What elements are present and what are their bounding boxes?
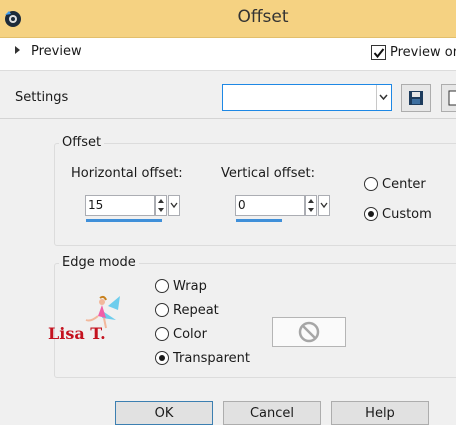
ok-button[interactable]: OK — [115, 401, 213, 425]
expand-arrow-icon[interactable] — [15, 46, 20, 54]
transparent-radio[interactable] — [155, 351, 169, 365]
vertical-offset-slider[interactable] — [236, 219, 282, 222]
repeat-radio-label[interactable]: Repeat — [173, 303, 219, 318]
custom-radio-label[interactable]: Custom — [382, 207, 432, 222]
transparent-radio-label[interactable]: Transparent — [173, 351, 250, 366]
watermark-logo: Lisa T. — [46, 292, 126, 348]
edge-color-swatch[interactable] — [272, 317, 346, 347]
divider — [0, 118, 456, 119]
delete-icon — [448, 90, 456, 106]
checkmark-icon — [373, 48, 385, 59]
preview-on-checkbox[interactable] — [371, 45, 386, 60]
horizontal-offset-input[interactable]: 15 — [85, 195, 155, 216]
spin-down-icon[interactable] — [158, 208, 164, 212]
color-radio[interactable] — [155, 327, 169, 341]
spin-up-icon[interactable] — [308, 199, 314, 203]
watermark-text: Lisa T. — [48, 324, 106, 343]
wrap-radio[interactable] — [155, 279, 169, 293]
custom-radio[interactable] — [364, 207, 378, 221]
horizontal-offset-label: Horizontal offset: — [71, 166, 183, 181]
save-disk-icon — [409, 91, 423, 105]
settings-dropdown[interactable] — [222, 84, 392, 111]
center-radio-label[interactable]: Center — [382, 177, 426, 192]
spin-up-icon[interactable] — [158, 199, 164, 203]
color-radio-label[interactable]: Color — [173, 327, 207, 342]
settings-label: Settings — [15, 90, 69, 105]
offset-group-title: Offset — [59, 135, 105, 150]
edge-mode-group-title: Edge mode — [59, 255, 139, 270]
vertical-offset-stepper[interactable] — [305, 195, 317, 216]
preview-toggle-label[interactable]: Preview — [31, 44, 82, 59]
chevron-down-icon — [320, 202, 328, 209]
save-preset-button[interactable] — [401, 84, 431, 112]
vertical-offset-dropdown[interactable] — [318, 195, 330, 216]
chevron-down-icon — [379, 94, 388, 101]
window-title: Offset — [237, 7, 289, 27]
center-radio[interactable] — [364, 177, 378, 191]
settings-dropdown-arrow[interactable] — [376, 85, 391, 110]
horizontal-offset-dropdown[interactable] — [168, 195, 180, 216]
vertical-offset-label: Vertical offset: — [221, 166, 315, 181]
vertical-offset-input[interactable]: 0 — [235, 195, 305, 216]
horizontal-offset-slider[interactable] — [86, 219, 162, 222]
help-button[interactable]: Help — [331, 401, 429, 425]
repeat-radio[interactable] — [155, 303, 169, 317]
preview-on-label[interactable]: Preview on — [390, 45, 456, 60]
horizontal-offset-stepper[interactable] — [155, 195, 167, 216]
delete-preset-button[interactable] — [441, 84, 456, 112]
no-color-icon — [298, 321, 320, 343]
cancel-button[interactable]: Cancel — [223, 401, 321, 425]
wrap-radio-label[interactable]: Wrap — [173, 279, 207, 294]
chevron-down-icon — [170, 202, 178, 209]
spin-down-icon[interactable] — [308, 208, 314, 212]
